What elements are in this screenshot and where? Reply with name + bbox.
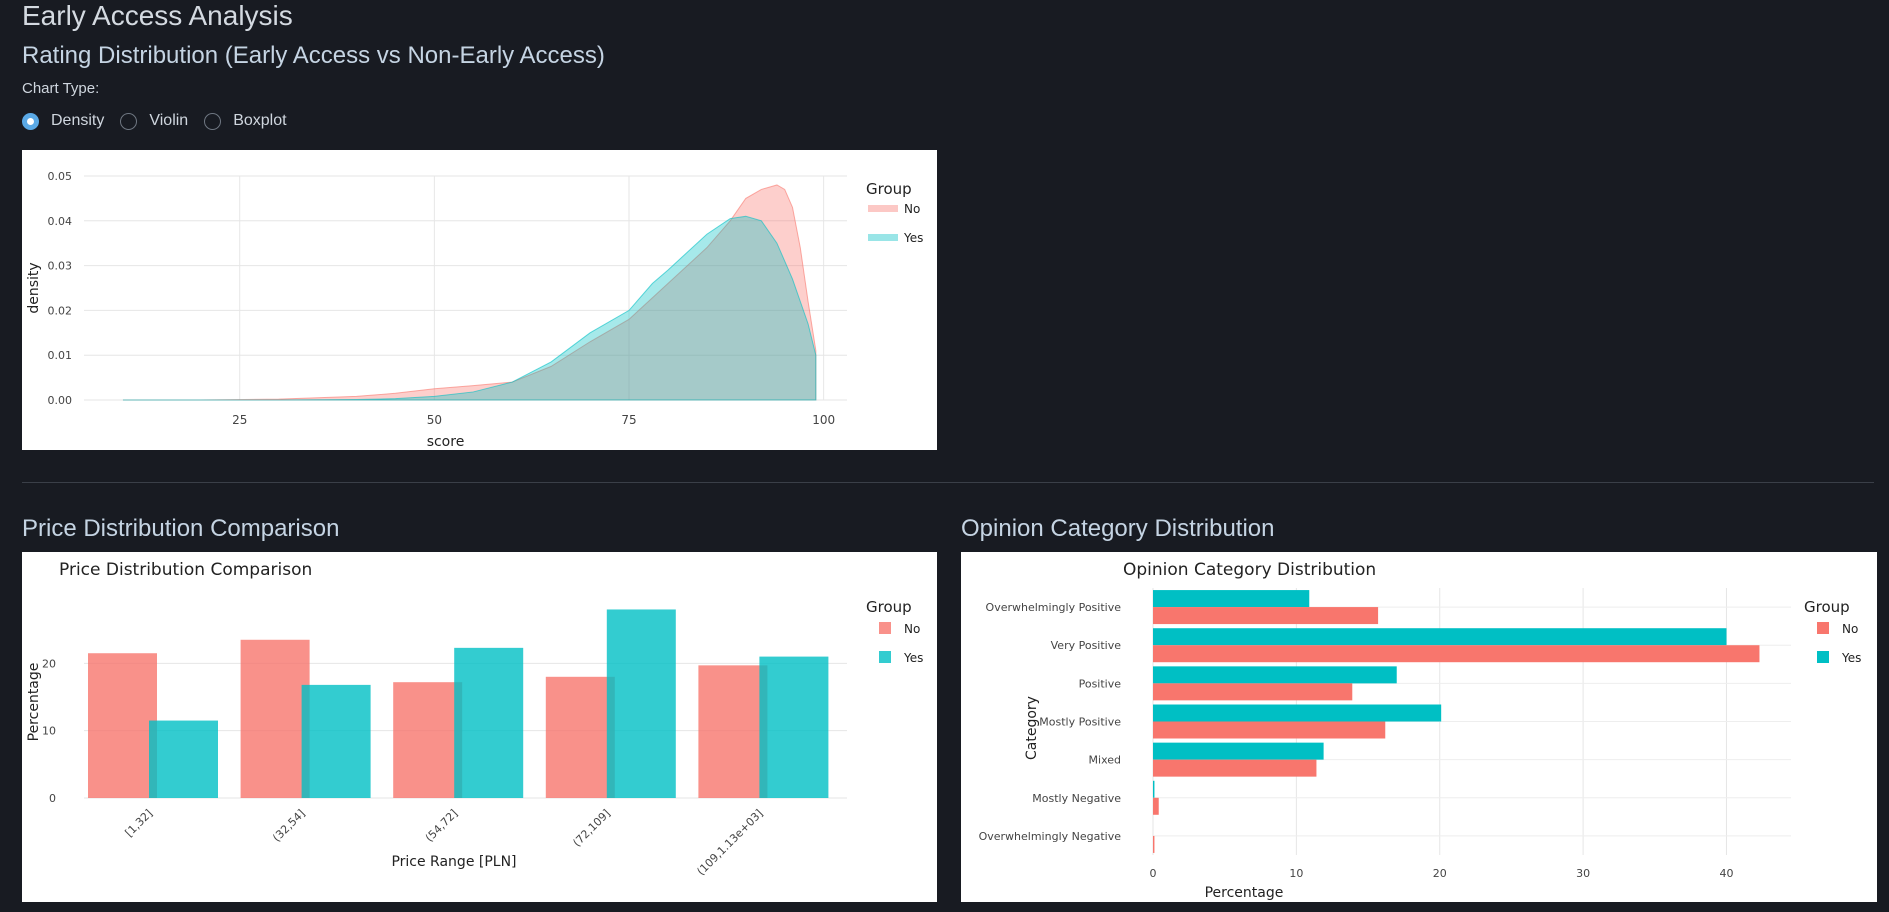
radio-violin-indicator[interactable] <box>120 112 138 130</box>
bar-no <box>1153 721 1386 739</box>
legend-swatch-no <box>868 205 898 212</box>
density-chart[interactable]: 25 50 75 100 0.00 0.01 0.02 0.03 0.04 0.05 score de… <box>22 150 937 450</box>
legend-label-no: No <box>904 202 920 216</box>
x-tick-label: 0 <box>1150 867 1157 880</box>
bar-yes <box>606 609 676 798</box>
y-axis-label: Category <box>1024 696 1040 760</box>
bar-yes <box>759 656 829 798</box>
x-tick-label: (109,1.13e+03] <box>694 807 765 878</box>
x-tick-label: (54,72] <box>423 807 461 845</box>
legend-label-no: No <box>904 622 920 636</box>
y-tick-label: Mostly Positive <box>1039 716 1121 729</box>
y-tick-label: Overwhelmingly Negative <box>979 830 1122 843</box>
x-tick-label: 25 <box>232 413 247 427</box>
y-tick-label: 0 <box>49 792 56 805</box>
radio-boxplot[interactable]: Boxplot <box>204 112 287 130</box>
y-tick-label: 10 <box>42 725 56 738</box>
section-divider <box>22 482 1874 483</box>
legend-label-no: No <box>1842 622 1858 636</box>
y-tick-label: 0.01 <box>48 349 73 362</box>
y-tick-label: 0.05 <box>48 170 73 183</box>
y-tick-label: 0.02 <box>48 304 73 317</box>
price-chart[interactable]: 0 10 20 [1,32] (32,54] (54,72] (72,109] (109,1.… <box>22 552 937 902</box>
radio-violin-label[interactable]: Violin <box>149 112 188 130</box>
bar-no <box>1153 835 1155 853</box>
y-tick-label: 0.03 <box>48 260 73 273</box>
legend-swatch-no <box>1817 622 1829 634</box>
radio-boxplot-indicator[interactable] <box>204 112 222 130</box>
y-axis-label: density <box>26 262 42 313</box>
x-tick-label: (32,54] <box>270 807 308 845</box>
bar-no <box>698 665 768 798</box>
y-tick-label: 0.04 <box>48 215 73 228</box>
bar-no <box>1153 797 1159 815</box>
opinion-section-title: Opinion Category Distribution <box>961 515 1275 542</box>
legend-title: Group <box>866 598 912 616</box>
bar-no <box>1153 759 1317 777</box>
radio-density-label[interactable]: Density <box>51 112 104 130</box>
bar-yes <box>1153 780 1155 798</box>
x-tick-label: 10 <box>1289 867 1303 880</box>
y-tick-label: Positive <box>1079 677 1122 690</box>
price-chart-panel: 0 10 20 [1,32] (32,54] (54,72] (72,109] (109,1.… <box>22 552 937 902</box>
x-tick-label: (72,109] <box>570 807 612 849</box>
x-tick-label: 75 <box>621 413 636 427</box>
legend-label-yes: Yes <box>903 231 923 245</box>
x-tick-label: 40 <box>1719 867 1733 880</box>
y-tick-label: Mostly Negative <box>1032 792 1121 805</box>
y-tick-label: Mixed <box>1089 754 1121 767</box>
legend-swatch-yes <box>1817 651 1829 663</box>
rating-section-title: Rating Distribution (Early Access vs Non… <box>22 42 605 69</box>
chart-title: Price Distribution Comparison <box>59 560 312 580</box>
bar-yes <box>149 720 218 798</box>
x-axis-label: Percentage <box>1205 885 1284 901</box>
density-chart-panel: 25 50 75 100 0.00 0.01 0.02 0.03 0.04 0.05 score de… <box>22 150 937 450</box>
x-tick-label: [1,32] <box>123 807 156 840</box>
legend-label-yes: Yes <box>903 651 923 665</box>
density-area-yes <box>122 215 817 401</box>
radio-violin[interactable]: Violin <box>120 112 188 130</box>
legend-title: Group <box>866 180 912 198</box>
bar-no <box>1153 645 1760 663</box>
price-section-title: Price Distribution Comparison <box>22 515 340 542</box>
chart-type-label: Chart Type: <box>22 80 100 97</box>
radio-boxplot-label[interactable]: Boxplot <box>233 112 286 130</box>
bar-no <box>240 639 310 798</box>
bar-yes <box>1153 590 1310 608</box>
opinion-chart-panel: 0 10 20 30 40 Overwhelmingly Positive Very Pos… <box>961 552 1877 902</box>
x-tick-label: 30 <box>1576 867 1590 880</box>
y-tick-label: 20 <box>42 657 56 670</box>
radio-density[interactable]: Density <box>22 112 104 130</box>
bar-yes <box>1153 666 1397 684</box>
chart-type-radio-group: Density Violin Boxplot <box>22 112 303 130</box>
app-title: Early Access Analysis <box>22 0 293 31</box>
bar-no <box>88 653 157 798</box>
bar-yes <box>1153 742 1324 760</box>
legend-swatch-no <box>879 622 891 634</box>
x-tick-label: 50 <box>427 413 442 427</box>
x-axis-label: Price Range [PLN] <box>391 854 516 870</box>
bar-yes <box>1153 704 1442 722</box>
bar-yes <box>1153 628 1727 646</box>
bar-no <box>545 676 615 798</box>
y-tick-label: 0.00 <box>48 394 73 407</box>
legend-label-yes: Yes <box>1841 651 1861 665</box>
opinion-chart[interactable]: 0 10 20 30 40 Overwhelmingly Positive Very Pos… <box>961 552 1877 902</box>
bar-no <box>1153 607 1379 625</box>
x-tick-label: 20 <box>1433 867 1447 880</box>
bar-yes <box>301 684 371 798</box>
y-axis-label: Percentage <box>26 663 42 742</box>
x-tick-label: 100 <box>812 413 835 427</box>
legend-title: Group <box>1804 598 1850 616</box>
y-tick-label: Overwhelmingly Positive <box>986 601 1122 614</box>
bar-no <box>1153 683 1353 701</box>
chart-title: Opinion Category Distribution <box>1123 560 1376 580</box>
bar-no <box>393 682 463 798</box>
legend-swatch-yes <box>868 234 898 241</box>
bar-yes <box>454 647 524 798</box>
legend-swatch-yes <box>879 651 891 663</box>
x-axis-label: score <box>427 434 465 450</box>
y-tick-label: Very Positive <box>1051 639 1122 652</box>
radio-density-indicator[interactable] <box>22 112 39 130</box>
